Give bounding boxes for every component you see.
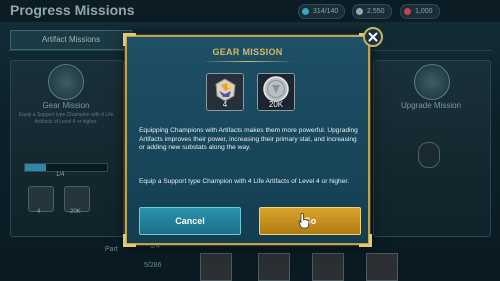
card-title: Upgrade Mission [400,101,462,110]
hand-cursor-icon [298,213,310,229]
gear-mission-dialog: GEAR MISSION 4 20K Equipping Champions w… [123,27,383,247]
mission-requirement: Equip a Support type Champion with 4 Lif… [139,178,350,185]
lock-icon [418,142,440,168]
close-button[interactable] [363,27,383,47]
close-icon [368,32,378,42]
reward-quantity: 20K [268,100,284,109]
silver-icon [356,8,363,15]
card-reward-qty-1: 4 [37,209,41,215]
card-progress-bar [24,163,108,172]
champion-thumbnail[interactable] [366,253,398,281]
dialog-corner-ornament [123,33,136,46]
reward-silver[interactable]: 20K [257,73,295,111]
page-title: Progress Missions [10,2,135,18]
mission-description: Equipping Champions with Artifacts makes… [139,127,358,152]
count-value: 5/286 [144,262,162,269]
card-title: Gear Mission [42,101,90,110]
title-divider [201,61,295,62]
card-reward-qty-2: 20K [70,209,81,215]
dialog-title: GEAR MISSION [212,47,283,57]
dialog-corner-ornament [123,234,136,247]
card-progress-text: 1/4 [56,172,65,178]
card-description: Equip a Support type Champion with 4 Lif… [18,112,114,125]
tab-artifact-missions[interactable]: Artifact Missions [10,30,132,50]
part-label: Part [105,246,118,253]
energy-icon [302,8,309,15]
reward-artifact[interactable]: 4 [206,73,244,111]
mission-emblem-icon [414,64,450,100]
energy-resource[interactable]: 314/140 [298,4,346,19]
reward-quantity: 4 [222,100,228,109]
champion-thumbnail[interactable] [258,253,290,281]
silver-resource[interactable]: 2,550 [352,4,392,19]
gems-resource[interactable]: 1,000 [400,4,440,19]
mission-emblem-icon [48,64,84,100]
cancel-button[interactable]: Cancel [139,207,241,235]
card-reward-artifact [28,186,54,212]
dialog-corner-ornament [359,234,372,247]
champion-thumbnail[interactable] [312,253,344,281]
gem-icon [404,8,411,15]
champion-thumbnail[interactable] [200,253,232,281]
top-bar: Progress Missions 314/140 2,550 1,000 [0,0,500,22]
go-button[interactable]: Go [259,207,361,235]
